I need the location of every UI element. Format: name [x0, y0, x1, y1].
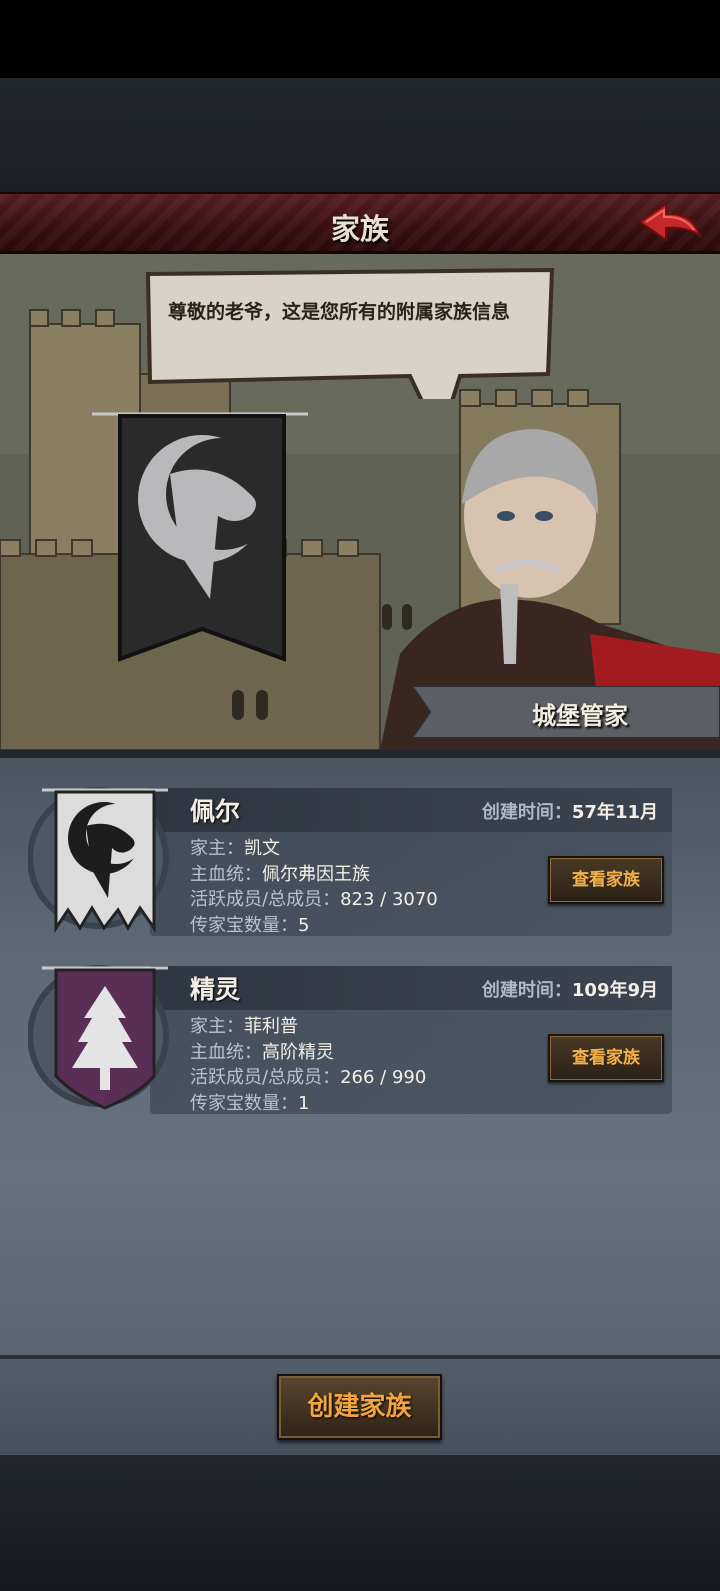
family-card: 精灵 创建时间：109年9月 家主：菲利普 主血统：高阶精灵 活跃成员/总成员：…	[150, 966, 672, 1114]
family-name: 精灵	[190, 975, 241, 1004]
family-info: 家主：菲利普 主血统：高阶精灵 活跃成员/总成员：266 / 990 传家宝数量…	[190, 1014, 426, 1116]
family-card: 佩尔 创建时间：57年11月 家主：凯文 主血统：佩尔弗因王族 活跃成员/总成员…	[150, 788, 672, 936]
created-time: 创建时间：109年9月	[481, 980, 658, 1001]
view-family-button[interactable]: 查看家族	[548, 1034, 664, 1082]
family-name: 佩尔	[190, 797, 241, 826]
bloodline-row: 主血统：佩尔弗因王族	[190, 863, 370, 885]
view-family-button[interactable]: 查看家族	[548, 856, 664, 904]
bloodline-row: 主血统：高阶精灵	[190, 1041, 334, 1063]
heirloom-row: 传家宝数量：1	[190, 1092, 310, 1114]
members-row: 活跃成员/总成员：823 / 3070	[190, 889, 438, 910]
steward-scene: 尊敬的老爷，这是您所有的附属家族信息 城堡管家	[0, 254, 720, 750]
family-info: 家主：凯文 主血统：佩尔弗因王族 活跃成员/总成员：823 / 3070 传家宝…	[190, 836, 438, 938]
header-bar: 家族	[0, 192, 720, 254]
crescent-serpent-icon	[28, 787, 169, 933]
heirloom-row: 传家宝数量：5	[190, 914, 310, 936]
speech-text: 尊敬的老爷，这是您所有的附属家族信息	[168, 301, 511, 323]
family-head-row: 家主：菲利普	[190, 1016, 298, 1037]
navigation-bar-area	[0, 1455, 720, 1591]
pine-tree-icon	[28, 965, 169, 1110]
create-family-button[interactable]: 创建家族	[277, 1374, 442, 1440]
back-button[interactable]	[636, 198, 706, 248]
speech-bubble	[145, 267, 555, 399]
status-bar-area	[0, 0, 720, 78]
house-banner-icon	[92, 412, 308, 662]
members-row: 活跃成员/总成员：266 / 990	[190, 1067, 427, 1088]
family-card-header: 佩尔 创建时间：57年11月	[150, 788, 672, 832]
page-title: 家族	[330, 212, 389, 246]
family-card-header: 精灵 创建时间：109年9月	[150, 966, 672, 1010]
family-list: 佩尔 创建时间：57年11月 家主：凯文 主血统：佩尔弗因王族 活跃成员/总成员…	[0, 750, 720, 1355]
back-arrow-icon	[638, 202, 702, 242]
created-time: 创建时间：57年11月	[481, 802, 658, 823]
family-head-row: 家主：凯文	[190, 838, 280, 859]
top-band	[0, 78, 720, 192]
npc-name: 城堡管家	[532, 702, 628, 730]
